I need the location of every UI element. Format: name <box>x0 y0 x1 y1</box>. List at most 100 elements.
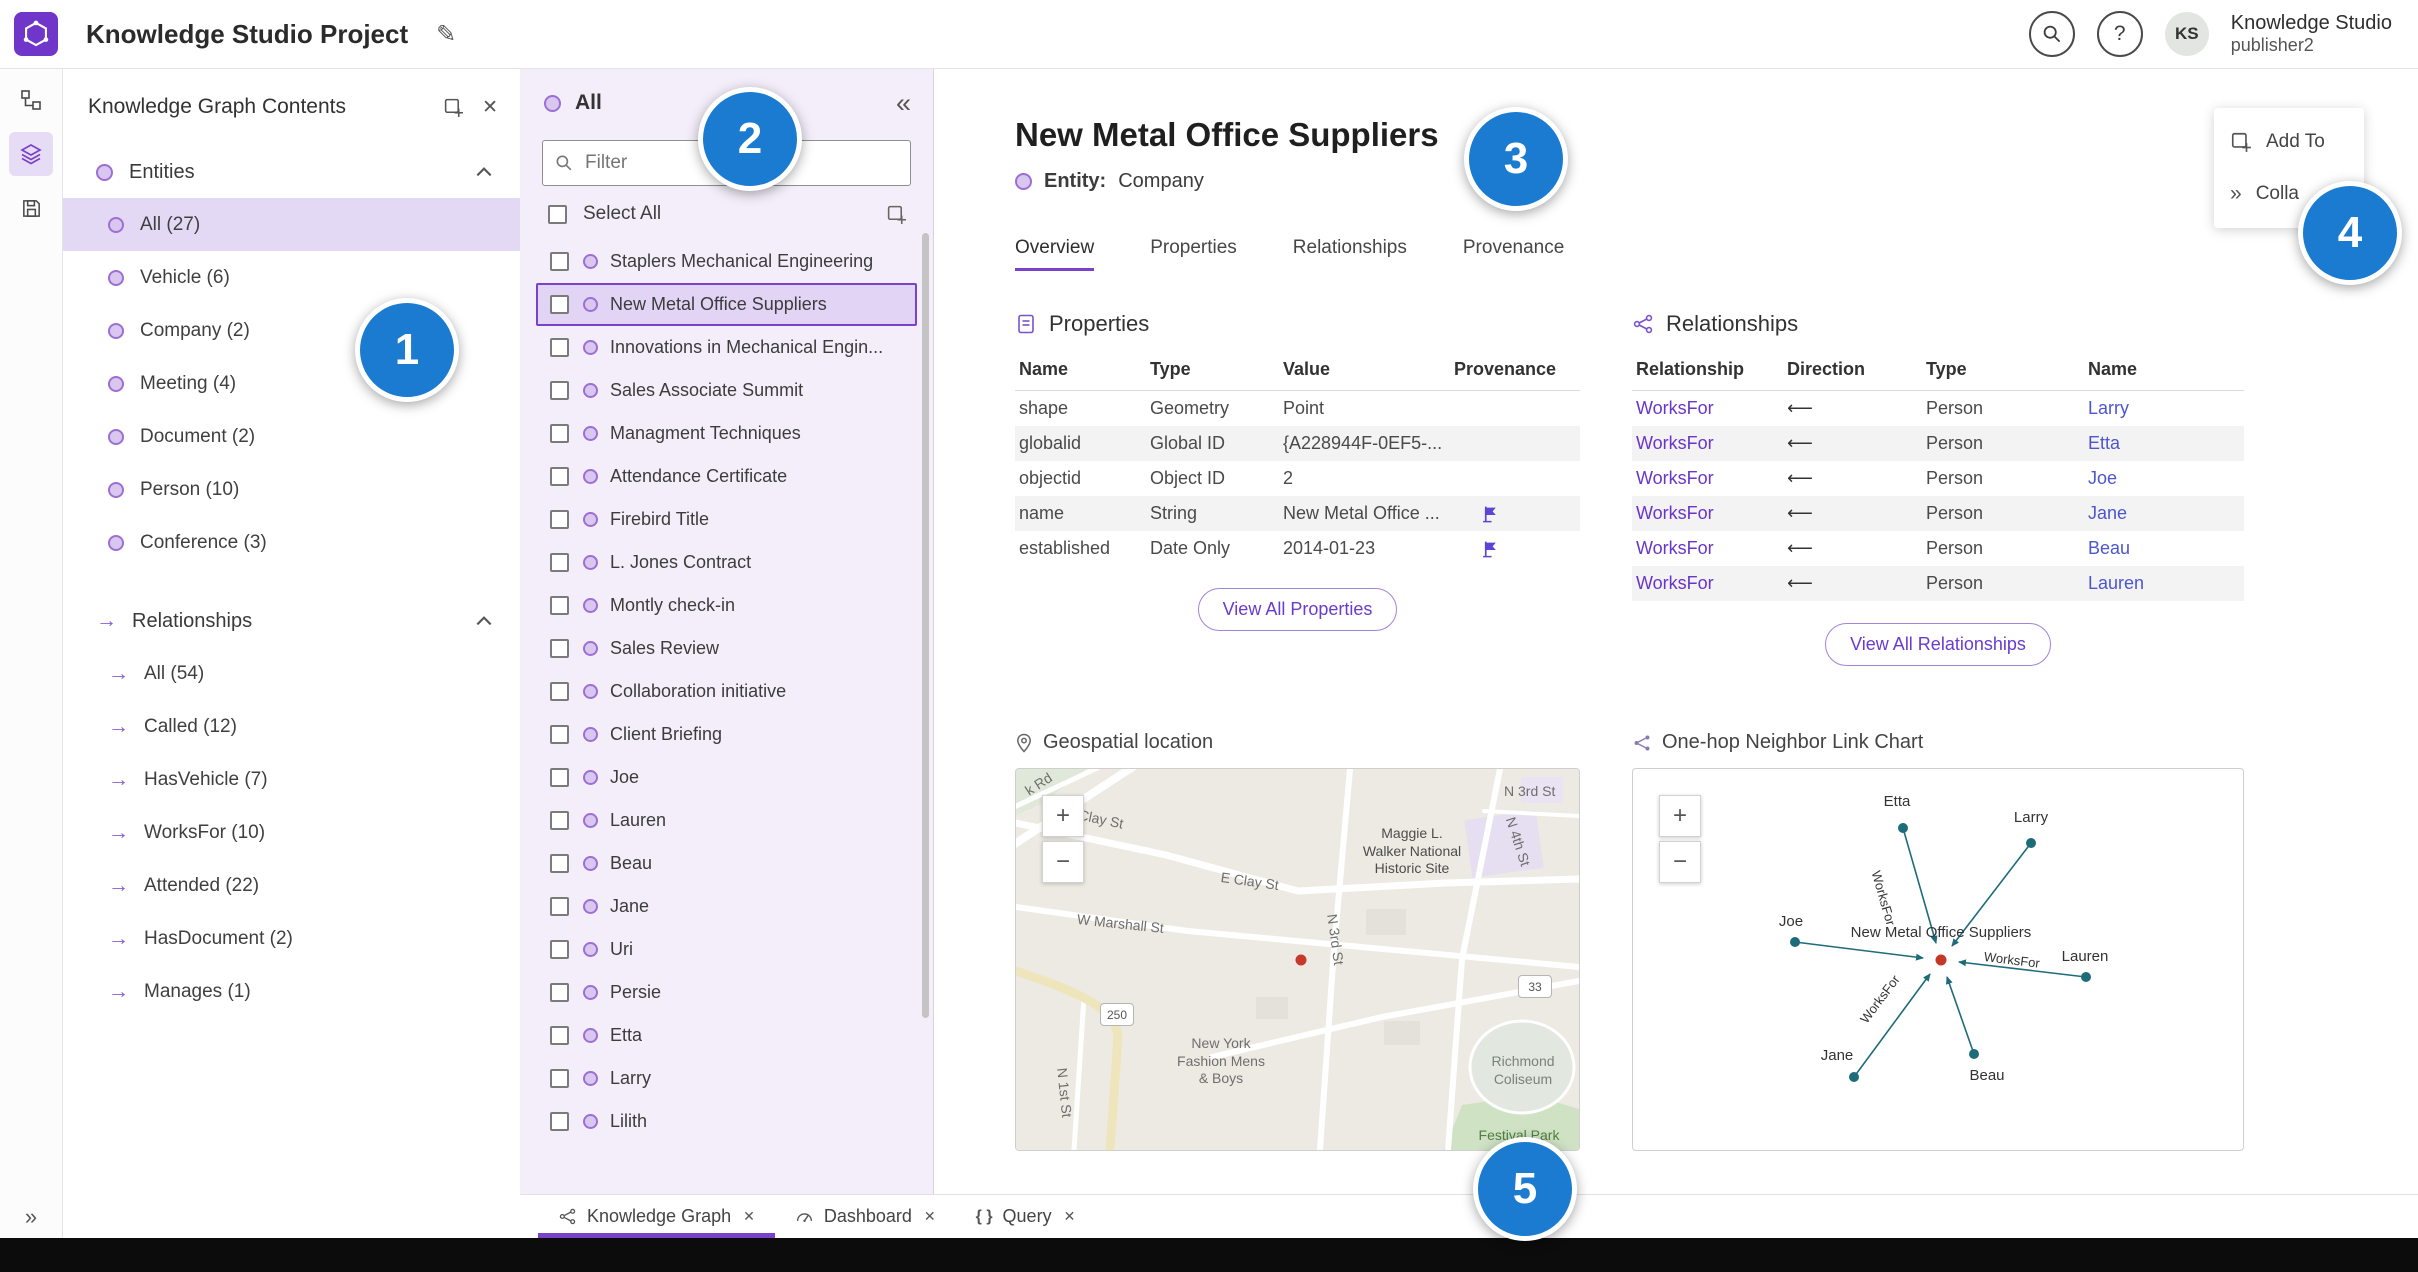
list-item[interactable]: Firebird Title <box>536 498 917 541</box>
save-button[interactable] <box>9 186 53 230</box>
checkbox[interactable] <box>550 811 569 830</box>
node-label-beau[interactable]: Beau <box>1957 1067 2017 1084</box>
node-label-larry[interactable]: Larry <box>1999 809 2063 826</box>
checkbox[interactable] <box>550 252 569 271</box>
close-panel-button[interactable]: ✕ <box>482 96 498 119</box>
tab-properties[interactable]: Properties <box>1150 237 1237 271</box>
avatar[interactable]: KS <box>2164 12 2209 56</box>
tab-knowledge-graph[interactable]: Knowledge Graph ✕ <box>538 1195 775 1238</box>
checkbox[interactable] <box>550 424 569 443</box>
center-node-label[interactable]: New Metal Office Suppliers <box>1821 924 2061 941</box>
relationship-link[interactable]: WorksFor <box>1636 433 1714 453</box>
entities-section-header[interactable]: Entities <box>62 146 520 198</box>
entity-link[interactable]: Jane <box>2088 503 2127 523</box>
relationship-filter-called[interactable]: → Called (12) <box>62 700 520 753</box>
node-label-etta[interactable]: Etta <box>1865 793 1929 810</box>
list-item[interactable]: L. Jones Contract <box>536 541 917 584</box>
checkbox[interactable] <box>550 1069 569 1088</box>
relationship-link[interactable]: WorksFor <box>1636 398 1714 418</box>
relationship-filter-manages[interactable]: → Manages (1) <box>62 965 520 1018</box>
node-label-lauren[interactable]: Lauren <box>2049 948 2121 965</box>
list-item[interactable]: Uri <box>536 928 917 971</box>
zoom-out-button[interactable]: − <box>1042 841 1084 883</box>
layers-button[interactable] <box>9 132 53 176</box>
zoom-out-button[interactable]: − <box>1659 841 1701 883</box>
relationship-filter-hasdocument[interactable]: → HasDocument (2) <box>62 912 520 965</box>
list-item[interactable]: Collaboration initiative <box>536 670 917 713</box>
tab-overview[interactable]: Overview <box>1015 237 1095 271</box>
select-all-checkbox[interactable] <box>548 204 567 224</box>
checkbox[interactable] <box>550 768 569 787</box>
relationship-filter-all[interactable]: → All (54) <box>62 647 520 700</box>
list-item[interactable]: Jane <box>536 885 917 928</box>
list-item[interactable]: Montly check-in <box>536 584 917 627</box>
entity-filter-person[interactable]: Person (10) <box>62 463 520 516</box>
relationship-link[interactable]: WorksFor <box>1636 573 1714 593</box>
provenance-icon[interactable] <box>1482 505 1499 523</box>
list-item-selected[interactable]: New Metal Office Suppliers <box>536 283 917 326</box>
collapse-panel-button[interactable]: « <box>896 88 911 119</box>
model-hierarchy-button[interactable] <box>9 78 53 122</box>
list-item[interactable]: Sales Associate Summit <box>536 369 917 412</box>
entity-link[interactable]: Beau <box>2088 538 2130 558</box>
one-hop-link-chart[interactable]: New Metal Office Suppliers Etta Larry Jo… <box>1632 768 2244 1151</box>
checkbox[interactable] <box>550 295 569 314</box>
entity-link[interactable]: Joe <box>2088 468 2117 488</box>
relationships-section-header[interactable]: → Relationships <box>62 595 520 647</box>
help-button[interactable]: ? <box>2096 11 2143 57</box>
chevron-up-icon[interactable] <box>476 167 492 177</box>
node-label-joe[interactable]: Joe <box>1761 913 1821 930</box>
tab-query[interactable]: { } Query ✕ <box>956 1195 1096 1238</box>
relationship-link[interactable]: WorksFor <box>1636 503 1714 523</box>
node-label-jane[interactable]: Jane <box>1807 1047 1867 1064</box>
checkbox[interactable] <box>550 467 569 486</box>
view-all-relationships-button[interactable]: View All Relationships <box>1825 623 2051 666</box>
entity-filter-all[interactable]: All (27) <box>62 198 520 251</box>
entity-link[interactable]: Etta <box>2088 433 2120 453</box>
add-selected-button[interactable] <box>886 204 907 225</box>
relationship-filter-hasvehicle[interactable]: → HasVehicle (7) <box>62 753 520 806</box>
relationship-link[interactable]: WorksFor <box>1636 538 1714 558</box>
add-panel-button[interactable] <box>443 97 464 118</box>
list-item[interactable]: Persie <box>536 971 917 1014</box>
entity-link[interactable]: Lauren <box>2088 573 2144 593</box>
view-all-properties-button[interactable]: View All Properties <box>1197 588 1398 631</box>
zoom-in-button[interactable]: + <box>1042 795 1084 837</box>
entity-link[interactable]: Larry <box>2088 398 2129 418</box>
checkbox[interactable] <box>550 725 569 744</box>
relationship-link[interactable]: WorksFor <box>1636 468 1714 488</box>
list-item[interactable]: Etta <box>536 1014 917 1057</box>
list-item[interactable]: Larry <box>536 1057 917 1100</box>
checkbox[interactable] <box>550 510 569 529</box>
checkbox[interactable] <box>550 854 569 873</box>
relationship-filter-attended[interactable]: → Attended (22) <box>62 859 520 912</box>
rail-expand-button[interactable]: » <box>0 1204 62 1230</box>
entity-filter-document[interactable]: Document (2) <box>62 410 520 463</box>
checkbox[interactable] <box>550 381 569 400</box>
list-scrollbar[interactable] <box>922 233 929 1018</box>
geospatial-map[interactable]: k Rd W Clay St E Clay St N 3rd St N 4th … <box>1015 768 1580 1151</box>
checkbox[interactable] <box>550 639 569 658</box>
list-item[interactable]: Lauren <box>536 799 917 842</box>
checkbox[interactable] <box>550 1112 569 1131</box>
checkbox[interactable] <box>550 338 569 357</box>
checkbox[interactable] <box>550 983 569 1002</box>
checkbox[interactable] <box>550 553 569 572</box>
list-item[interactable]: Sales Review <box>536 627 917 670</box>
list-item[interactable]: Innovations in Mechanical Engin... <box>536 326 917 369</box>
entity-filter-vehicle[interactable]: Vehicle (6) <box>62 251 520 304</box>
list-item[interactable]: Attendance Certificate <box>536 455 917 498</box>
checkbox[interactable] <box>550 596 569 615</box>
tab-provenance[interactable]: Provenance <box>1463 237 1564 271</box>
chevron-up-icon[interactable] <box>476 616 492 626</box>
add-to-button[interactable]: Add To <box>2214 116 2364 168</box>
search-button[interactable] <box>2028 11 2075 57</box>
close-icon[interactable]: ✕ <box>743 1208 755 1225</box>
tab-relationships[interactable]: Relationships <box>1293 237 1407 271</box>
list-item[interactable]: Beau <box>536 842 917 885</box>
checkbox[interactable] <box>550 682 569 701</box>
tab-dashboard[interactable]: Dashboard ✕ <box>775 1195 956 1238</box>
edit-title-button[interactable]: ✎ <box>430 19 462 50</box>
checkbox[interactable] <box>550 1026 569 1045</box>
list-item[interactable]: Staplers Mechanical Engineering <box>536 240 917 283</box>
